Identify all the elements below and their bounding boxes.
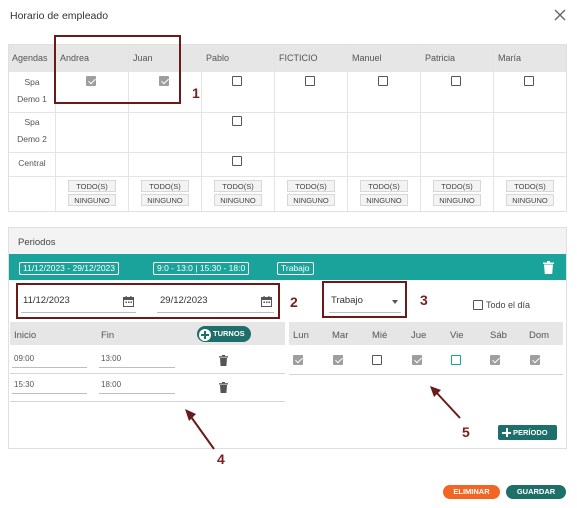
annotation-arrows bbox=[185, 386, 461, 450]
annotation-number: 5 bbox=[462, 424, 470, 440]
annotation-number: 4 bbox=[217, 451, 225, 467]
delete-button[interactable]: ELIMINAR bbox=[443, 485, 500, 499]
save-button[interactable]: GUARDAR bbox=[506, 485, 566, 499]
